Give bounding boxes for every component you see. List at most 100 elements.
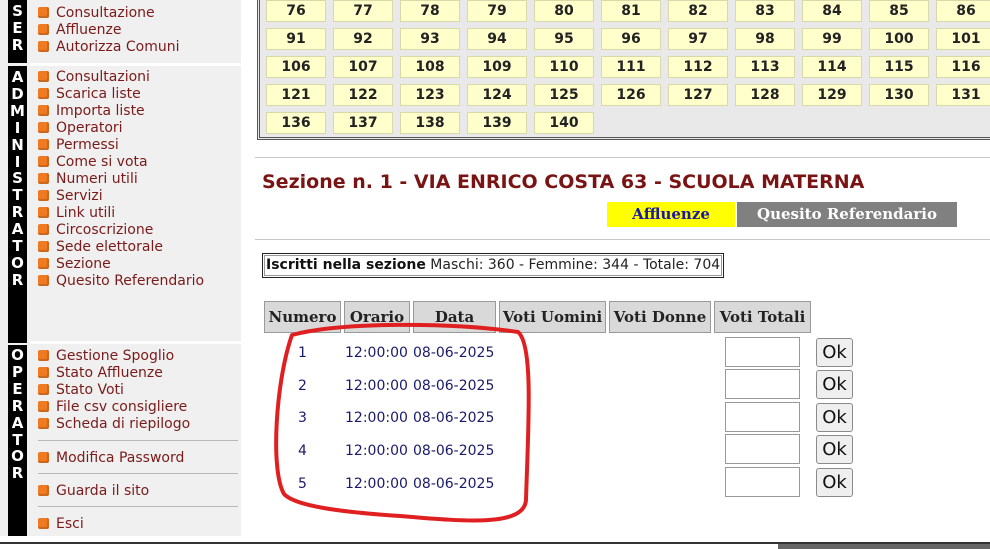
- ok-button[interactable]: Ok: [816, 435, 853, 464]
- section-number-cell[interactable]: 136: [266, 112, 326, 134]
- menu-item-come-si-vota[interactable]: Come si vota: [38, 153, 204, 170]
- section-number-cell[interactable]: 108: [400, 56, 460, 78]
- section-number-cell[interactable]: 126: [601, 84, 661, 106]
- voti-totali-input[interactable]: [725, 467, 800, 497]
- section-number-cell[interactable]: 80: [534, 0, 594, 22]
- section-number-cell[interactable]: 99: [802, 28, 862, 50]
- divider: [38, 473, 238, 474]
- menu-item-quesito-referendario[interactable]: Quesito Referendario: [38, 272, 204, 289]
- cell-numero: 4: [298, 443, 307, 459]
- section-number-cell[interactable]: 127: [668, 84, 728, 106]
- section-number-cell[interactable]: 116: [936, 56, 990, 78]
- section-number-cell[interactable]: 131: [936, 84, 990, 106]
- section-number-cell[interactable]: 121: [266, 84, 326, 106]
- menu-item-file-csv-consigliere[interactable]: File csv consigliere: [38, 398, 190, 415]
- menu-item-affluenze[interactable]: Affluenze: [38, 21, 180, 38]
- menu-item-scarica-liste[interactable]: Scarica liste: [38, 85, 204, 102]
- section-number-cell[interactable]: 91: [266, 28, 326, 50]
- menu-item-operatori[interactable]: Operatori: [38, 119, 204, 136]
- menu-item-sede-elettorale[interactable]: Sede elettorale: [38, 238, 204, 255]
- section-number-cell[interactable]: 138: [400, 112, 460, 134]
- voti-totali-input[interactable]: [725, 369, 800, 399]
- voti-totali-input[interactable]: [725, 402, 800, 432]
- section-number-cell[interactable]: 111: [601, 56, 661, 78]
- section-number-cell[interactable]: 140: [534, 112, 594, 134]
- tab-quesito-referendario[interactable]: Quesito Referendario: [737, 202, 957, 227]
- section-number-cell[interactable]: 79: [467, 0, 527, 22]
- section-number-cell[interactable]: 137: [333, 112, 393, 134]
- section-number-cell[interactable]: 139: [467, 112, 527, 134]
- section-number-cell[interactable]: 76: [266, 0, 326, 22]
- bullet-icon: [38, 24, 49, 35]
- menu-item-label: Servizi: [56, 187, 103, 204]
- ok-button[interactable]: Ok: [816, 468, 853, 497]
- vbar-letter: P: [12, 362, 23, 381]
- menu-item-esci[interactable]: Esci: [38, 515, 84, 532]
- menu-item-label: Come si vota: [56, 153, 148, 170]
- bullet-icon: [38, 518, 49, 529]
- ok-button[interactable]: Ok: [816, 338, 853, 367]
- section-number-cell[interactable]: 94: [467, 28, 527, 50]
- section-number-cell[interactable]: 82: [668, 0, 728, 22]
- section-number-cell[interactable]: 109: [467, 56, 527, 78]
- section-number-cell[interactable]: 113: [735, 56, 795, 78]
- section-number-cell[interactable]: 93: [400, 28, 460, 50]
- section-number-cell[interactable]: 130: [869, 84, 929, 106]
- section-number-cell[interactable]: 86: [936, 0, 990, 22]
- menu-item-stato-voti[interactable]: Stato Voti: [38, 381, 190, 398]
- menu-item-stato-affluenze[interactable]: Stato Affluenze: [38, 364, 190, 381]
- section-number-cell[interactable]: 128: [735, 84, 795, 106]
- section-number-cell[interactable]: 97: [668, 28, 728, 50]
- menu-item-consultazione[interactable]: Consultazione: [38, 4, 180, 21]
- vbar-letter: M: [10, 101, 25, 120]
- menu-item-sezione[interactable]: Sezione: [38, 255, 204, 272]
- tab-affluenze[interactable]: Affluenze: [607, 202, 735, 227]
- bottom-bar: [778, 544, 990, 549]
- menu-item-gestione-spoglio[interactable]: Gestione Spoglio: [38, 347, 190, 364]
- section-number-cell[interactable]: 98: [735, 28, 795, 50]
- vbar-letter: A: [11, 220, 24, 239]
- operator-menu: Gestione Spoglio Stato Affluenze Stato V…: [38, 347, 190, 432]
- menu-item-scheda-di-riepilogo[interactable]: Scheda di riepilogo: [38, 415, 190, 432]
- section-number-cell[interactable]: 112: [668, 56, 728, 78]
- menu-item-guarda-il-sito[interactable]: Guarda il sito: [38, 482, 149, 499]
- section-number-cell[interactable]: 122: [333, 84, 393, 106]
- voti-totali-input[interactable]: [725, 337, 800, 367]
- menu-item-permessi[interactable]: Permessi: [38, 136, 204, 153]
- section-number-cell[interactable]: 100: [869, 28, 929, 50]
- ok-button[interactable]: Ok: [816, 370, 853, 399]
- menu-item-autorizza-comuni[interactable]: Autorizza Comuni: [38, 38, 180, 55]
- bullet-icon: [38, 71, 49, 82]
- menu-item-numeri-utili[interactable]: Numeri utili: [38, 170, 204, 187]
- section-number-cell[interactable]: 123: [400, 84, 460, 106]
- section-number-cell[interactable]: 77: [333, 0, 393, 22]
- section-number-cell[interactable]: 125: [534, 84, 594, 106]
- section-number-cell[interactable]: 106: [266, 56, 326, 78]
- section-number-cell[interactable]: 92: [333, 28, 393, 50]
- section-number-cell[interactable]: 115: [869, 56, 929, 78]
- section-number-cell[interactable]: 107: [333, 56, 393, 78]
- menu-item-importa-liste[interactable]: Importa liste: [38, 102, 204, 119]
- section-number-cell[interactable]: 124: [467, 84, 527, 106]
- bullet-icon: [38, 105, 49, 116]
- menu-item-modifica-password[interactable]: Modifica Password: [38, 449, 184, 466]
- section-number-cell[interactable]: 78: [400, 0, 460, 22]
- ok-button[interactable]: Ok: [816, 403, 853, 432]
- password-menu: Modifica Password: [38, 449, 184, 466]
- menu-item-link-utili[interactable]: Link utili: [38, 204, 204, 221]
- section-number-cell[interactable]: 81: [601, 0, 661, 22]
- menu-item-circoscrizione[interactable]: Circoscrizione: [38, 221, 204, 238]
- section-number-cell[interactable]: 95: [534, 28, 594, 50]
- section-number-cell[interactable]: 110: [534, 56, 594, 78]
- menu-item-consultazioni[interactable]: Consultazioni: [38, 68, 204, 85]
- menu-item-servizi[interactable]: Servizi: [38, 187, 204, 204]
- section-number-cell[interactable]: 96: [601, 28, 661, 50]
- section-number-cell[interactable]: 85: [869, 0, 929, 22]
- section-number-cell[interactable]: 84: [802, 0, 862, 22]
- voti-totali-input[interactable]: [725, 434, 800, 464]
- section-number-cell[interactable]: 114: [802, 56, 862, 78]
- section-number-cell[interactable]: 129: [802, 84, 862, 106]
- menu-item-label: Circoscrizione: [56, 221, 154, 238]
- section-number-cell[interactable]: 101: [936, 28, 990, 50]
- section-number-cell[interactable]: 83: [735, 0, 795, 22]
